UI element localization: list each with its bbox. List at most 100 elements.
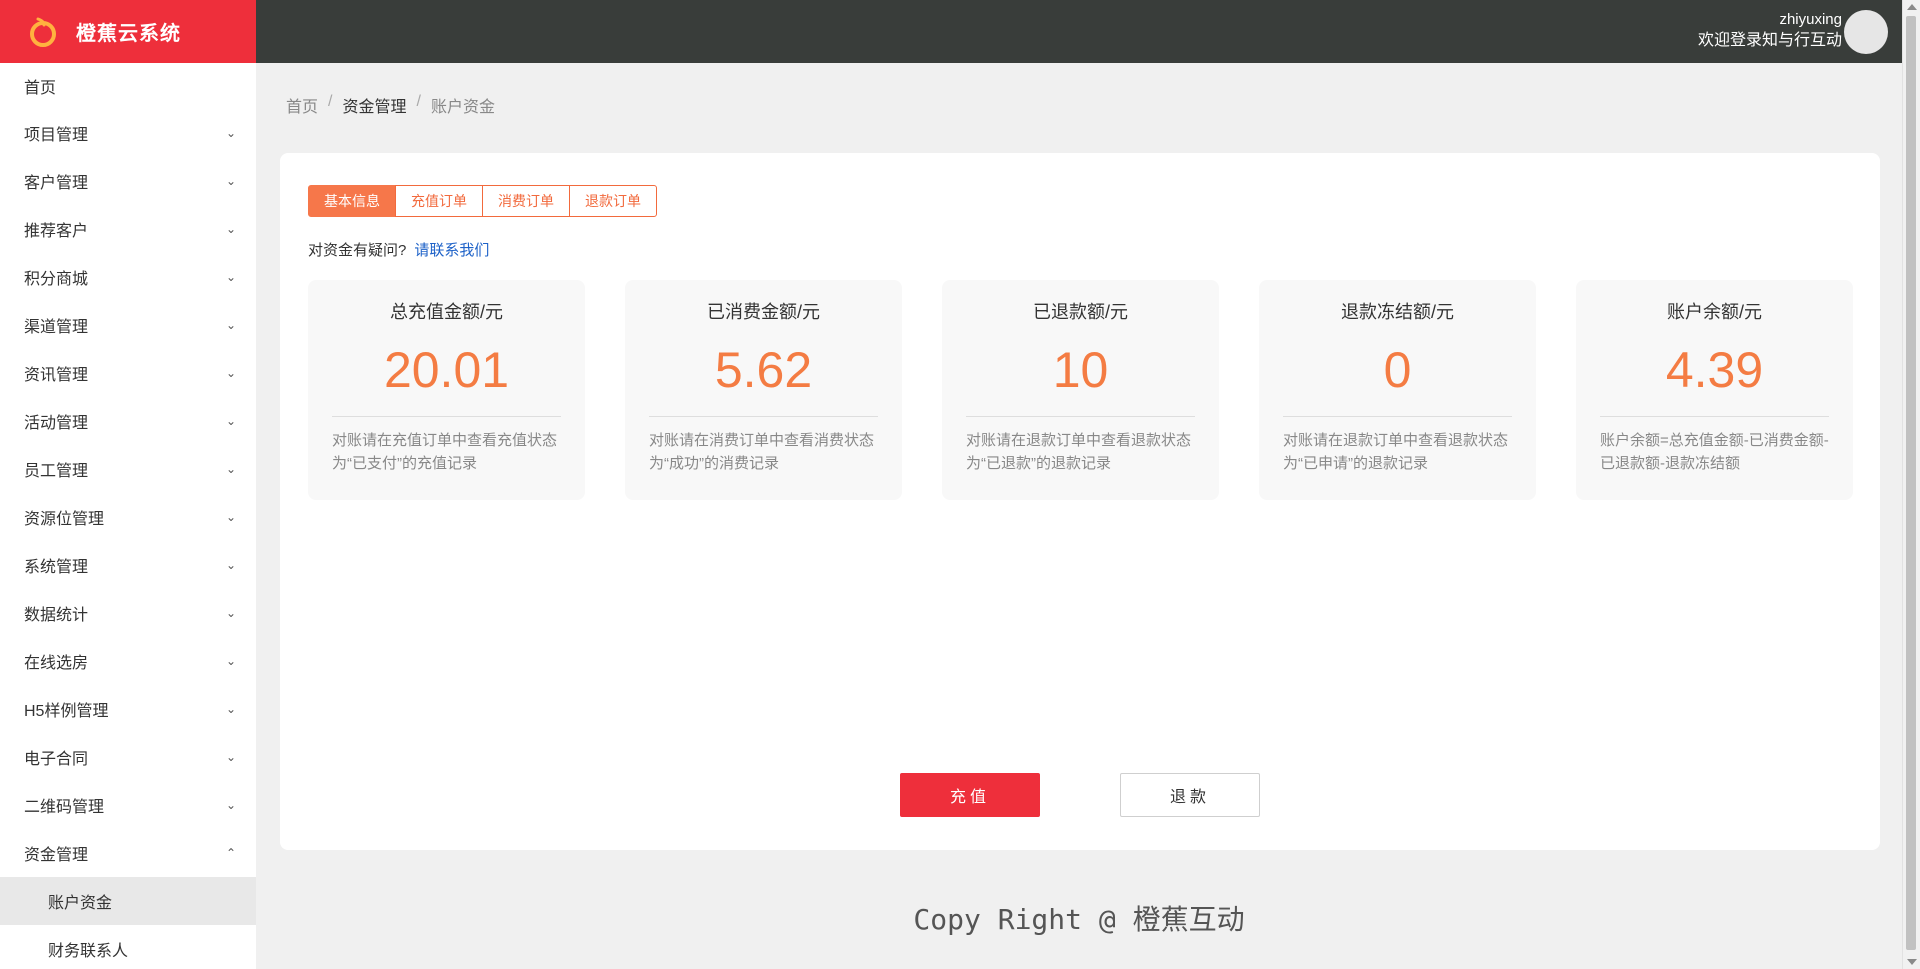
stat-title: 退款冻结额/元 <box>1340 302 1454 322</box>
stat-value: 10 <box>1052 342 1109 398</box>
sidebar-item-label: 二维码管理 <box>24 799 105 816</box>
sidebar-item-h5-sample[interactable]: H5样例管理 ⌄ <box>0 685 256 733</box>
breadcrumb-section[interactable]: 资金管理 <box>342 93 406 117</box>
sidebar-item-qrcode[interactable]: 二维码管理 ⌄ <box>0 781 256 829</box>
stat-note: 对账请在充值订单中查看充值状态为“已支付”的充值记录 <box>332 432 558 472</box>
sidebar-item-label: H5样例管理 <box>24 703 109 720</box>
sidebar-item-statistics[interactable]: 数据统计 ⌄ <box>0 589 256 637</box>
scroll-up-arrow-icon[interactable] <box>1907 4 1917 10</box>
sidebar-item-resource-slot[interactable]: 资源位管理 ⌄ <box>0 493 256 541</box>
chevron-down-icon: ⌄ <box>225 462 236 476</box>
stat-value: 0 <box>1383 342 1412 398</box>
divider <box>649 416 878 417</box>
sidebar-subitem-account-funds[interactable]: 账户资金 <box>0 877 256 925</box>
sidebar-item-label: 系统管理 <box>24 559 89 576</box>
app-name: 橙蕉云系统 <box>76 23 181 45</box>
sidebar-item-staff[interactable]: 员工管理 ⌄ <box>0 445 256 493</box>
chevron-down-icon: ⌄ <box>225 270 236 284</box>
sidebar-item-label: 活动管理 <box>24 415 89 432</box>
sidebar-item-customer[interactable]: 客户管理 ⌄ <box>0 157 256 205</box>
sidebar-item-news[interactable]: 资讯管理 ⌄ <box>0 349 256 397</box>
sidebar-item-label: 员工管理 <box>24 463 89 480</box>
scroll-down-arrow-icon[interactable] <box>1907 959 1917 965</box>
recharge-button[interactable]: 充值 <box>900 773 1040 817</box>
breadcrumb-home[interactable]: 首页 <box>286 93 318 117</box>
sidebar-item-home[interactable]: 首页 <box>0 63 256 109</box>
stat-refunded: 已退款额/元 10 对账请在退款订单中查看退款状态为“已退款”的退款记录 <box>942 280 1219 500</box>
breadcrumb: 首页 / 资金管理 / 账户资金 <box>286 93 495 117</box>
breadcrumb-separator: / <box>416 93 421 110</box>
top-header: zhiyuxing 欢迎登录知与行互动 <box>256 0 1902 63</box>
funds-question: 对资金有疑问? 请联系我们 <box>308 239 489 260</box>
stat-balance: 账户余额/元 4.39 账户余额=总充值金额-已消费金额-已退款额-退款冻结额 <box>1576 280 1853 500</box>
stat-title: 已消费金额/元 <box>706 302 820 322</box>
orange-logo-icon <box>30 17 56 47</box>
breadcrumb-separator: / <box>328 93 333 110</box>
chevron-down-icon: ⌄ <box>225 126 236 140</box>
tab-consume-orders[interactable]: 消费订单 <box>482 185 570 217</box>
chevron-down-icon: ⌄ <box>225 318 236 332</box>
copyright-footer: Copy Right @ 橙蕉互动 <box>913 903 1245 936</box>
sidebar-item-label: 资金管理 <box>24 847 89 864</box>
tab-group: 基本信息 充值订单 消费订单 退款订单 <box>308 185 657 217</box>
stat-total-recharge: 总充值金额/元 20.01 对账请在充值订单中查看充值状态为“已支付”的充值记录 <box>308 280 585 500</box>
chevron-down-icon: ⌄ <box>225 654 236 668</box>
contact-us-link[interactable]: 请联系我们 <box>414 242 489 259</box>
stat-value: 5.62 <box>714 342 813 398</box>
page-scrollbar[interactable] <box>1902 0 1920 969</box>
sidebar-item-channel[interactable]: 渠道管理 ⌄ <box>0 301 256 349</box>
stat-note: 对账请在退款订单中查看退款状态为“已申请”的退款记录 <box>1283 432 1509 472</box>
sidebar-item-label: 客户管理 <box>24 175 89 192</box>
chevron-down-icon: ⌄ <box>225 750 236 764</box>
chevron-down-icon: ⌄ <box>225 222 236 236</box>
scroll-thumb[interactable] <box>1906 16 1916 950</box>
stat-title: 账户余额/元 <box>1666 302 1762 322</box>
sidebar-item-label: 推荐客户 <box>24 223 89 240</box>
sidebar-item-online-house[interactable]: 在线选房 ⌄ <box>0 637 256 685</box>
tab-recharge-orders[interactable]: 充值订单 <box>395 185 483 217</box>
welcome-text: 欢迎登录知与行互动 <box>1697 32 1842 49</box>
chevron-down-icon: ⌄ <box>225 510 236 524</box>
stat-consumed: 已消费金额/元 5.62 对账请在消费订单中查看消费状态为“成功”的消费记录 <box>625 280 902 500</box>
sidebar-item-activity[interactable]: 活动管理 ⌄ <box>0 397 256 445</box>
sidebar-item-label: 渠道管理 <box>24 319 89 336</box>
tab-basic-info[interactable]: 基本信息 <box>308 185 396 217</box>
sidebar-item-funds[interactable]: 资金管理 ⌃ <box>0 829 256 877</box>
sidebar-item-system[interactable]: 系统管理 ⌄ <box>0 541 256 589</box>
sidebar-subitem-label: 财务联系人 <box>48 943 129 960</box>
sidebar-item-points-mall[interactable]: 积分商城 ⌄ <box>0 253 256 301</box>
stat-note: 对账请在退款订单中查看退款状态为“已退款”的退款记录 <box>966 432 1192 472</box>
sidebar-item-label: 资源位管理 <box>24 511 105 528</box>
sidebar-subitem-label: 账户资金 <box>48 895 113 912</box>
sidebar-item-label: 数据统计 <box>24 607 89 624</box>
divider <box>332 416 561 417</box>
sidebar-item-label: 项目管理 <box>24 127 89 144</box>
user-info[interactable]: zhiyuxing 欢迎登录知与行互动 <box>1698 10 1842 52</box>
stat-value: 4.39 <box>1665 342 1764 398</box>
divider <box>1283 416 1512 417</box>
stat-title: 已退款额/元 <box>1032 302 1128 322</box>
sidebar-item-label: 在线选房 <box>24 655 89 672</box>
refund-button[interactable]: 退款 <box>1120 773 1260 817</box>
sidebar-item-label: 积分商城 <box>24 271 89 288</box>
sidebar-item-referral[interactable]: 推荐客户 ⌄ <box>0 205 256 253</box>
sidebar-item-label: 资讯管理 <box>24 367 89 384</box>
chevron-down-icon: ⌄ <box>225 366 236 380</box>
breadcrumb-current: 账户资金 <box>430 99 495 116</box>
app-logo[interactable]: 橙蕉云系统 <box>0 0 256 63</box>
sidebar: 首页 项目管理 ⌄ 客户管理 ⌄ 推荐客户 ⌄ 积分商城 ⌄ 渠道管理 ⌄ 资讯管理 ⌄ 活… <box>0 63 256 969</box>
chevron-down-icon: ⌄ <box>225 702 236 716</box>
avatar[interactable] <box>1844 10 1888 54</box>
tab-refund-orders[interactable]: 退款订单 <box>569 185 657 217</box>
chevron-down-icon: ⌄ <box>225 606 236 620</box>
sidebar-item-e-contract[interactable]: 电子合同 ⌄ <box>0 733 256 781</box>
username: zhiyuxing <box>1779 11 1842 28</box>
chevron-down-icon: ⌄ <box>225 174 236 188</box>
stat-refund-frozen: 退款冻结额/元 0 对账请在退款订单中查看退款状态为“已申请”的退款记录 <box>1259 280 1536 500</box>
stat-title: 总充值金额/元 <box>389 302 503 322</box>
chevron-down-icon: ⌄ <box>225 798 236 812</box>
chevron-down-icon: ⌄ <box>225 558 236 572</box>
sidebar-item-project[interactable]: 项目管理 ⌄ <box>0 109 256 157</box>
sidebar-subitem-finance-contact[interactable]: 财务联系人 <box>0 925 256 969</box>
divider <box>1600 416 1829 417</box>
